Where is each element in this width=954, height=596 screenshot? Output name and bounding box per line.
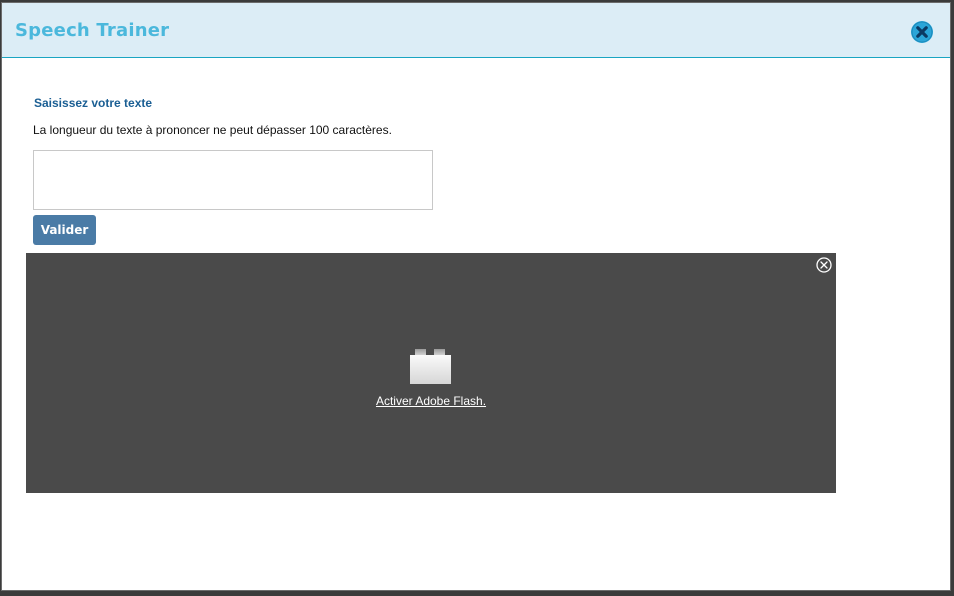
help-text: La longueur du texte à prononcer ne peut… [33,123,392,137]
dialog-title: Speech Trainer [15,20,170,41]
close-icon [816,257,832,273]
flash-close-button[interactable] [816,257,832,273]
dialog-close-button[interactable] [911,21,933,43]
plugin-block-icon [410,349,451,384]
activate-flash-link[interactable]: Activer Adobe Flash. [26,394,836,408]
close-icon [911,21,933,43]
speech-trainer-dialog: Speech Trainer Saisissez votre texte La … [1,2,951,591]
validate-button[interactable]: Valider [33,215,96,245]
flash-plugin-panel: Activer Adobe Flash. [26,253,836,493]
speech-text-input[interactable] [33,150,433,210]
section-title: Saisissez votre texte [34,96,153,110]
dialog-header: Speech Trainer [2,3,950,58]
